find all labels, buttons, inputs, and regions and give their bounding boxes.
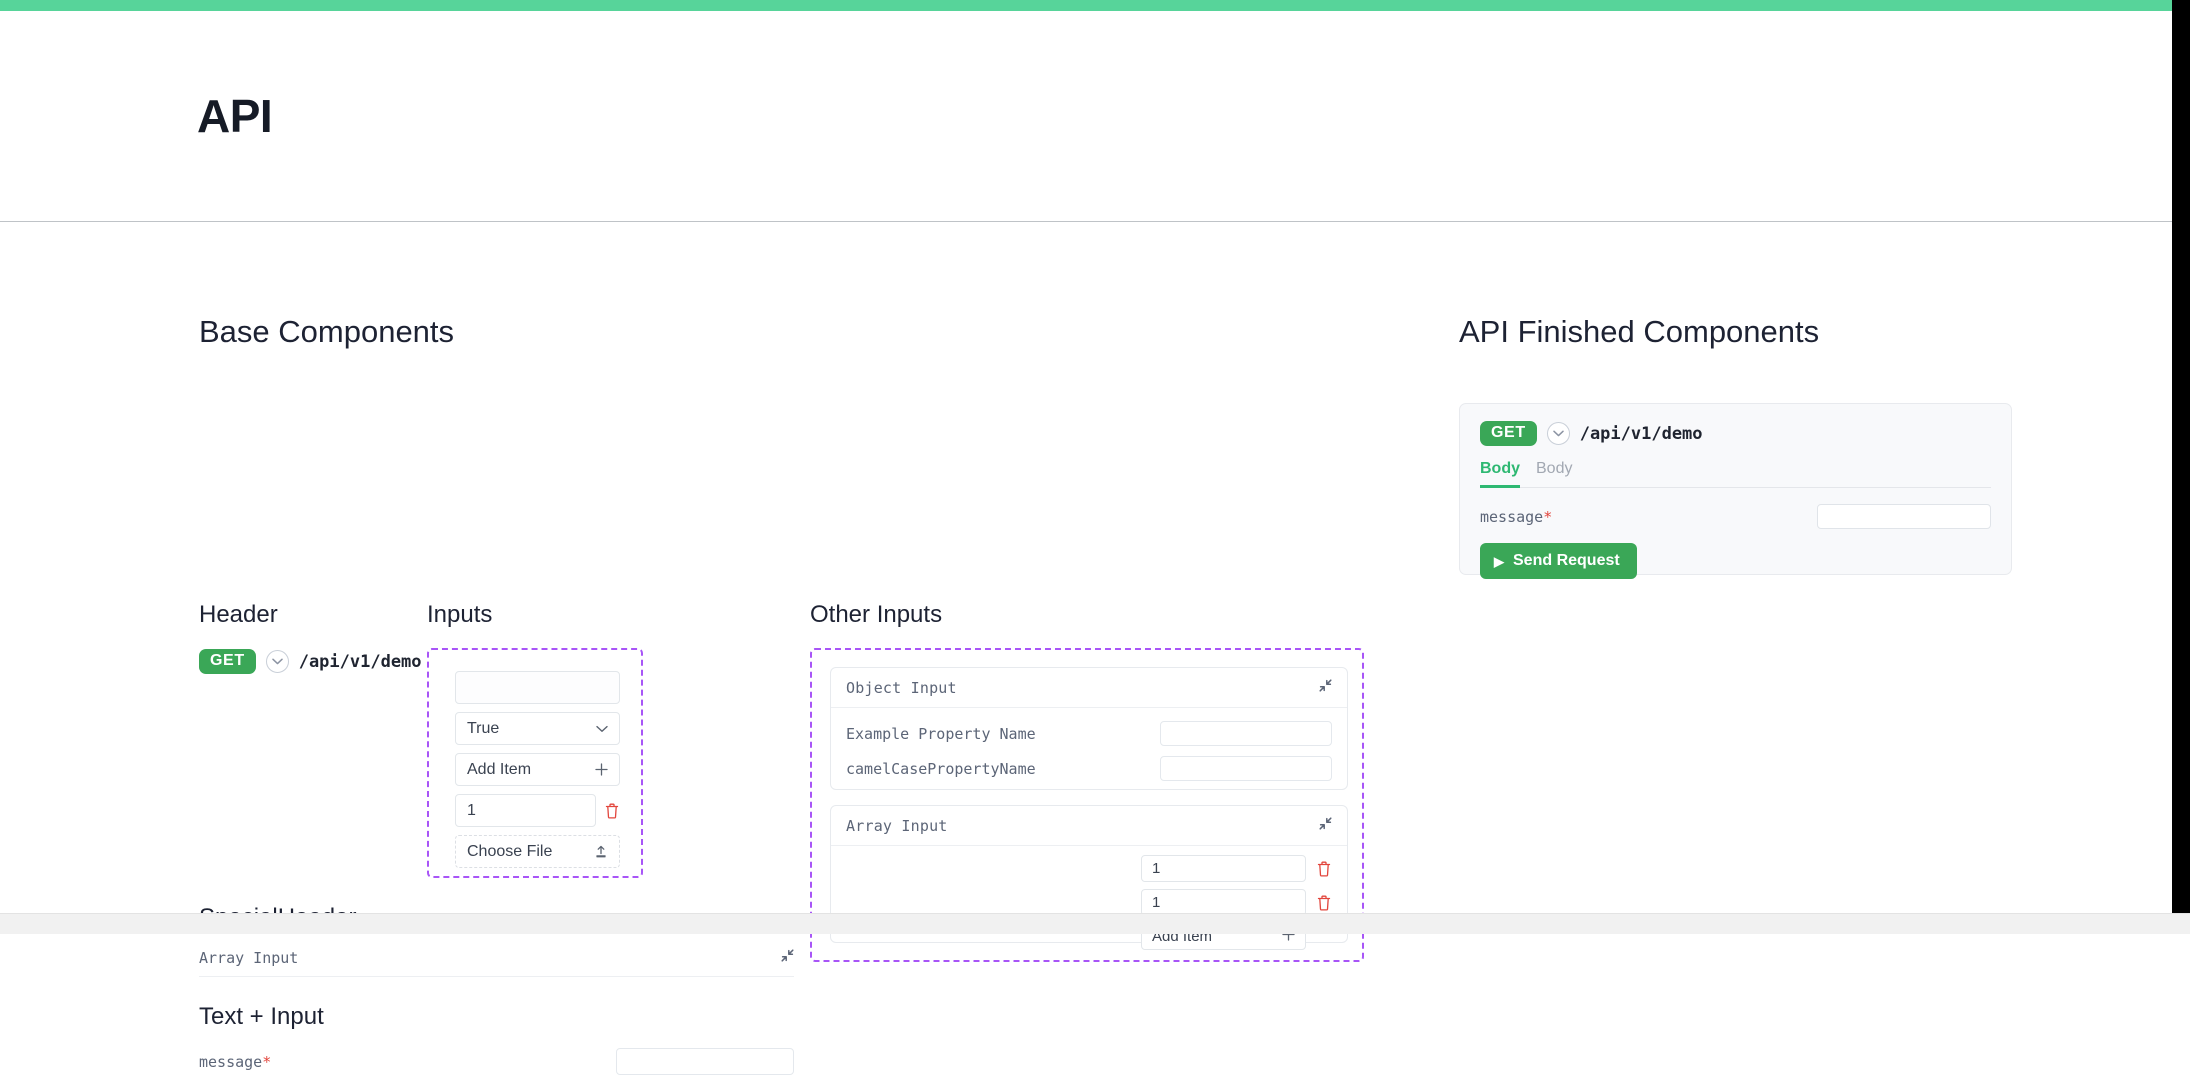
special-header-array-input-row: Array Input bbox=[199, 949, 794, 977]
add-item-label: Add Item bbox=[467, 760, 532, 778]
finished-message-label: message* bbox=[1480, 508, 1552, 526]
special-array-input-label: Array Input bbox=[199, 949, 299, 967]
object-property-input[interactable] bbox=[1160, 756, 1332, 781]
chevron-down-icon[interactable] bbox=[265, 650, 289, 673]
array-input-title: Array Input bbox=[846, 817, 948, 835]
chevron-down-icon[interactable] bbox=[1546, 422, 1570, 445]
object-property-input[interactable] bbox=[1160, 721, 1332, 746]
message-input[interactable] bbox=[616, 1048, 794, 1075]
trash-icon[interactable] bbox=[1315, 859, 1332, 878]
required-marker: * bbox=[262, 1052, 272, 1071]
file-input[interactable]: Choose File bbox=[455, 835, 620, 868]
number-input-row: 1 bbox=[455, 794, 620, 827]
finished-message-field-row: message* bbox=[1480, 504, 1991, 529]
array-item-row: 1 bbox=[846, 855, 1332, 882]
inputs-group-heading: Inputs bbox=[427, 601, 493, 628]
other-inputs-heading: Other Inputs bbox=[810, 601, 943, 628]
array-item-row: 1 bbox=[846, 889, 1332, 916]
object-property-label: camelCasePropertyName bbox=[846, 759, 1036, 778]
object-input-card-header: Object Input bbox=[831, 668, 1347, 708]
tab-body-active[interactable]: Body bbox=[1480, 460, 1520, 488]
object-input-card: Object Input Example Property Name camel… bbox=[830, 667, 1348, 790]
object-property-label: Example Property Name bbox=[846, 724, 1036, 743]
api-finished-components-heading: API Finished Components bbox=[1459, 314, 1820, 349]
page-title: API bbox=[197, 90, 273, 142]
array-item-input[interactable]: 1 bbox=[1141, 889, 1306, 916]
message-label-text: message bbox=[199, 1052, 263, 1071]
boolean-select-value: True bbox=[467, 719, 500, 737]
tab-body-inactive[interactable]: Body bbox=[1536, 460, 1572, 488]
file-input-label: Choose File bbox=[467, 842, 553, 860]
inputs-control-stack: True Add Item 1 Choose File bbox=[455, 671, 620, 876]
header-group-heading: Header bbox=[199, 601, 278, 628]
trash-icon[interactable] bbox=[1315, 893, 1332, 912]
array-input-card-body: 1 1 Add Item bbox=[831, 846, 1347, 968]
main-content: Base Components API Finished Components … bbox=[0, 223, 2172, 1075]
object-input-card-body: Example Property Name camelCasePropertyN… bbox=[831, 708, 1347, 798]
send-request-button[interactable]: ▶ Send Request bbox=[1480, 543, 1637, 579]
object-property-row: Example Property Name bbox=[846, 717, 1332, 750]
right-gutter bbox=[2172, 0, 2190, 913]
collapse-diagonal-icon[interactable] bbox=[1319, 817, 1332, 835]
required-marker: * bbox=[1543, 507, 1553, 526]
page-header: API bbox=[0, 11, 2172, 222]
object-property-row: camelCasePropertyName bbox=[846, 752, 1332, 785]
send-request-label: Send Request bbox=[1513, 552, 1620, 569]
header-endpoint-row: GET /api/v1/demo bbox=[199, 649, 422, 674]
number-input[interactable]: 1 bbox=[455, 794, 596, 827]
array-input-card-header: Array Input bbox=[831, 806, 1347, 846]
number-input-value: 1 bbox=[467, 801, 476, 819]
upload-icon bbox=[594, 845, 608, 859]
inputs-panel: True Add Item 1 Choose File bbox=[427, 648, 643, 878]
text-input-heading: Text + Input bbox=[199, 1003, 324, 1030]
base-components-heading: Base Components bbox=[199, 314, 455, 349]
collapse-diagonal-icon[interactable] bbox=[1319, 679, 1332, 697]
play-icon: ▶ bbox=[1494, 553, 1504, 569]
endpoint-path: /api/v1/demo bbox=[298, 651, 422, 672]
plus-icon bbox=[595, 763, 608, 776]
finished-message-label-text: message bbox=[1480, 507, 1544, 526]
finished-endpoint-row: GET /api/v1/demo bbox=[1480, 421, 1991, 446]
boolean-select[interactable]: True bbox=[455, 712, 620, 745]
endpoint-path: /api/v1/demo bbox=[1579, 423, 1703, 444]
object-input-title: Object Input bbox=[846, 679, 957, 697]
trash-icon[interactable] bbox=[603, 801, 620, 820]
text-input[interactable] bbox=[455, 671, 620, 704]
finished-card-tabs: Body Body bbox=[1480, 460, 1991, 488]
message-field-row: message* bbox=[199, 1048, 794, 1075]
method-badge-get: GET bbox=[1480, 421, 1537, 446]
horizontal-scrollbar[interactable] bbox=[0, 913, 2190, 934]
collapse-diagonal-icon[interactable] bbox=[781, 949, 794, 967]
message-field-label: message* bbox=[199, 1053, 271, 1071]
add-item-button[interactable]: Add Item bbox=[455, 753, 620, 786]
chevron-down-icon bbox=[596, 725, 608, 733]
top-accent-bar bbox=[0, 0, 2172, 11]
array-item-input[interactable]: 1 bbox=[1141, 855, 1306, 882]
api-finished-card: GET /api/v1/demo Body Body message* ▶ Se… bbox=[1459, 403, 2012, 579]
finished-message-input[interactable] bbox=[1817, 504, 1991, 529]
method-badge-get: GET bbox=[199, 649, 256, 674]
